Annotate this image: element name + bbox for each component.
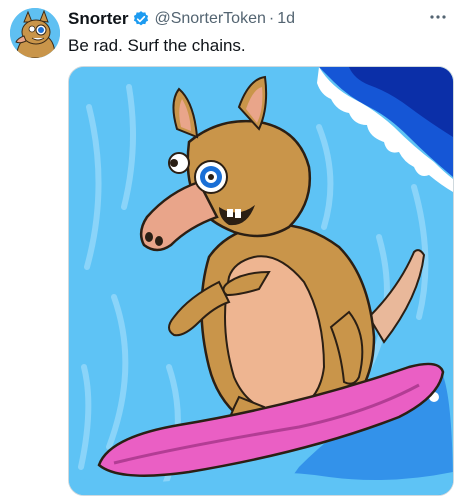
snorter-mascot-avatar-icon bbox=[10, 8, 60, 58]
tweet-media-image[interactable] bbox=[68, 66, 454, 496]
author-handle[interactable]: @SnorterToken bbox=[154, 10, 265, 28]
tweet-card[interactable]: Snorter @SnorterToken · 1d Be rad. Surf … bbox=[0, 0, 462, 500]
tweet-text: Be rad. Surf the chains. bbox=[68, 36, 246, 55]
verified-badge-icon bbox=[132, 10, 150, 28]
more-horizontal-icon bbox=[430, 15, 446, 19]
more-options-button[interactable] bbox=[428, 10, 448, 24]
separator-dot: · bbox=[268, 10, 275, 27]
author-avatar[interactable] bbox=[10, 8, 60, 58]
tweet-header: Snorter @SnorterToken · 1d bbox=[68, 8, 295, 30]
author-display-name[interactable]: Snorter bbox=[68, 9, 128, 29]
surfing-aardvark-illustration-icon bbox=[69, 67, 453, 495]
tweet-timestamp[interactable]: 1d bbox=[277, 10, 295, 28]
